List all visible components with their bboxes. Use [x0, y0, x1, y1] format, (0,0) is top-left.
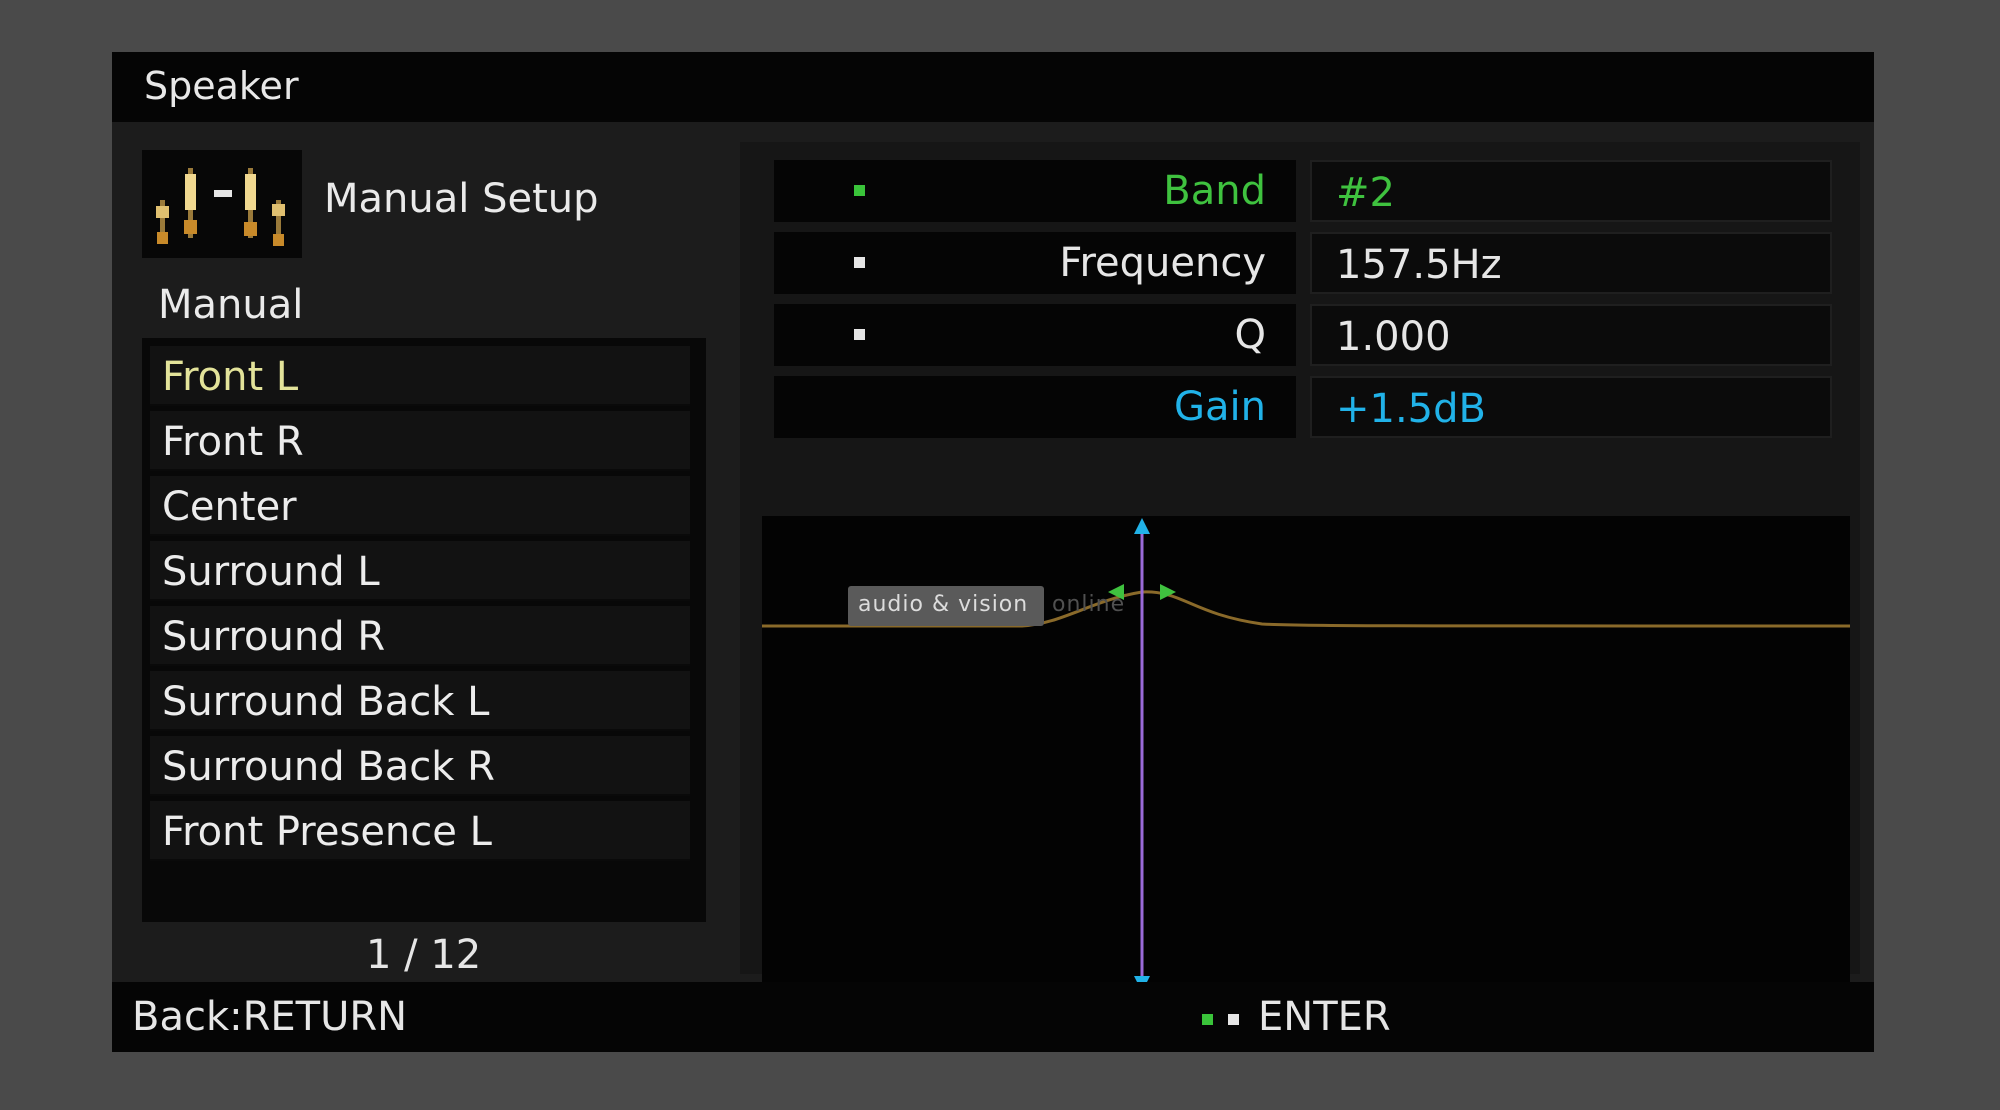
param-value-frequency: 157.5Hz	[1336, 242, 1502, 288]
white-square-icon	[1228, 1014, 1239, 1025]
speaker-item-label: Surround R	[162, 614, 386, 660]
speaker-item-surround-back-l[interactable]: Surround Back L	[150, 671, 690, 731]
param-name-q: Q	[1234, 312, 1266, 358]
watermark-tail: online	[1052, 592, 1126, 617]
speaker-item-label: Center	[162, 484, 297, 530]
watermark-logo: audio & vision	[848, 586, 1044, 626]
param-name-frequency: Frequency	[1059, 240, 1266, 286]
title-bar: Speaker	[112, 52, 1874, 122]
speaker-item-surround-r[interactable]: Surround R	[150, 606, 690, 666]
cursor-up-arrow-icon	[1134, 518, 1150, 534]
peq-panel: Band #2 Frequency 157.5Hz Q 1.000 Gain +…	[740, 142, 1860, 994]
speaker-item-label: Surround L	[162, 549, 380, 595]
enter-label: ENTER	[1258, 994, 1391, 1040]
param-value-cell[interactable]: 157.5Hz	[1310, 232, 1832, 294]
watermark-text: audio & vision	[858, 592, 1029, 617]
speaker-item-front-l[interactable]: Front L	[150, 346, 690, 406]
param-value-q: 1.000	[1336, 314, 1451, 360]
speaker-item-front-r[interactable]: Front R	[150, 411, 690, 471]
green-square-icon	[1202, 1014, 1213, 1025]
speaker-item-label: Surround Back L	[162, 679, 490, 725]
param-row-q[interactable]: Q 1.000	[774, 304, 1844, 366]
param-name-cell: Gain	[774, 376, 1296, 438]
speaker-item-label: Surround Back R	[162, 744, 495, 790]
speaker-item-label: Front R	[162, 419, 304, 465]
param-value-cell[interactable]: +1.5dB	[1310, 376, 1832, 438]
param-value-cell[interactable]: 1.000	[1310, 304, 1832, 366]
param-row-gain[interactable]: Gain +1.5dB	[774, 376, 1844, 438]
param-row-frequency[interactable]: Frequency 157.5Hz	[774, 232, 1844, 294]
param-name-cell: Band	[774, 160, 1296, 222]
speaker-item-surround-back-r[interactable]: Surround Back R	[150, 736, 690, 796]
param-name-gain: Gain	[1174, 384, 1266, 430]
back-hint[interactable]: Back:RETURN	[132, 994, 407, 1040]
window-title: Speaker	[144, 64, 299, 108]
speaker-settings-window: Speaker Manual Setup Manual Front L Fron…	[112, 52, 1874, 1052]
setup-label: Manual Setup	[324, 176, 599, 222]
param-name-cell: Q	[774, 304, 1296, 366]
page-indicator: 1 / 12	[366, 932, 482, 978]
footer-bar: Back:RETURN ENTER	[112, 982, 1874, 1052]
param-value-gain: +1.5dB	[1336, 386, 1486, 432]
param-name-band: Band	[1163, 168, 1266, 214]
indicator-icon	[854, 329, 865, 340]
speaker-item-label: Front L	[162, 354, 299, 400]
mode-label: Manual	[158, 282, 304, 328]
param-row-band[interactable]: Band #2	[774, 160, 1844, 222]
equalizer-sliders-icon	[142, 150, 302, 258]
indicator-icon	[854, 257, 865, 268]
speaker-item-label: Front Presence L	[162, 809, 492, 855]
eq-curve-graph: audio & vision online	[762, 516, 1850, 994]
active-indicator-icon	[854, 185, 865, 196]
param-value-band: #2	[1336, 170, 1395, 216]
speaker-item-center[interactable]: Center	[150, 476, 690, 536]
param-name-cell: Frequency	[774, 232, 1296, 294]
param-value-cell[interactable]: #2	[1310, 160, 1832, 222]
speaker-item-surround-l[interactable]: Surround L	[150, 541, 690, 601]
speaker-item-front-presence-l[interactable]: Front Presence L	[150, 801, 690, 861]
speaker-list: Front L Front R Center Surround L Surrou…	[142, 338, 706, 922]
